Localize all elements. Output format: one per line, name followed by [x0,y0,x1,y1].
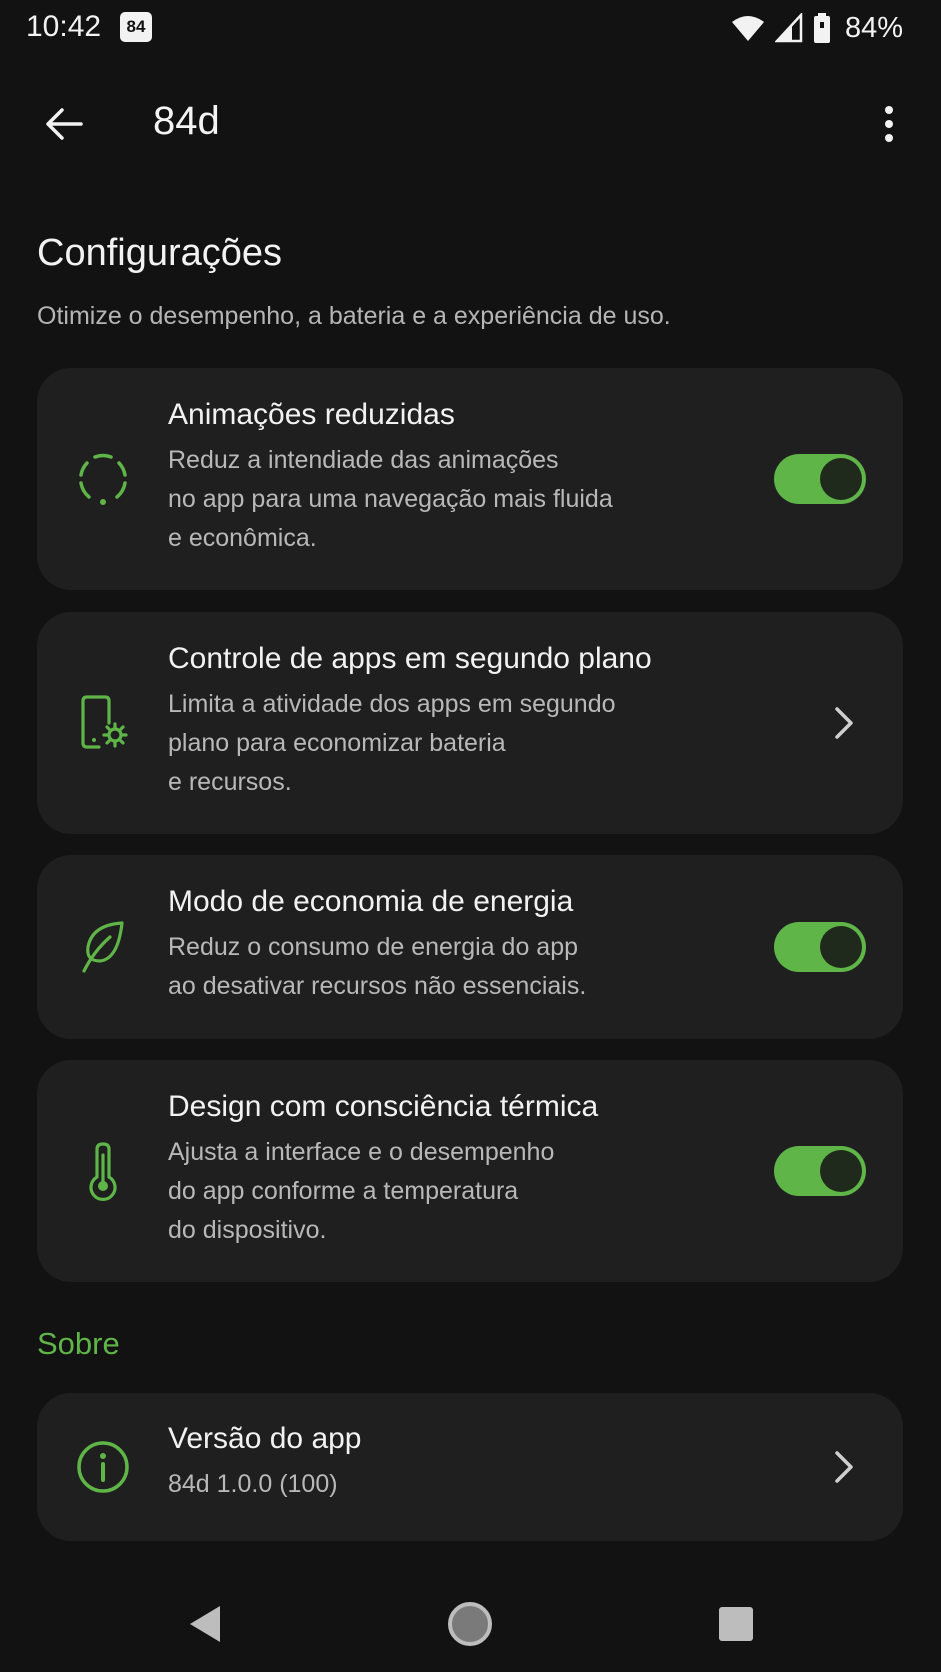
version-text: Versão do app 84d 1.0.0 (100) [168,1419,723,1504]
version-title: Versão do app [168,1422,362,1455]
leaf-icon [71,915,135,979]
status-time: 10:42 [26,10,102,43]
description-line: e recursos. [168,768,292,796]
reduced-animations-toggle[interactable] [774,454,866,504]
setting-power-saving[interactable]: Modo de economia de energia Reduz o cons… [37,855,903,1039]
app-version-item[interactable]: Versão do app 84d 1.0.0 (100) [37,1393,903,1541]
wifi-icon [731,16,764,41]
toggle-knob [820,926,862,968]
phone-settings-icon [71,691,135,755]
description-line: Reduz o consumo de energia do app [168,933,579,961]
description-line: ao desativar recursos não essenciais. [168,972,587,1000]
chevron-right-icon [829,1447,859,1487]
section-subtitle: Otimize o desempenho, a bateria e a expe… [37,302,671,330]
toggle-knob [820,458,862,500]
description-line: no app para uma navegação mais fluida [168,485,613,513]
setting-text: Modo de economia de energia Reduz o cons… [168,882,723,1006]
nav-home-button[interactable] [442,1596,498,1652]
notification-badge: 84 [120,12,152,42]
setting-text: Animações reduzidas Reduz a intendiade d… [168,395,723,558]
nav-back-icon [190,1606,220,1642]
description-line: Reduz a intendiade das animações [168,446,559,474]
more-options-button[interactable] [869,100,909,148]
version-value: 84d 1.0.0 (100) [168,1470,338,1498]
toggle-knob [820,1150,862,1192]
setting-text: Controle de apps em segundo plano Limita… [168,639,723,802]
nav-back-button[interactable] [176,1596,232,1652]
setting-title: Controle de apps em segundo plano [168,642,652,675]
navigation-bar [0,1568,941,1672]
setting-description: Reduz o consumo de energia do app ao des… [168,928,723,1006]
setting-title: Modo de economia de energia [168,885,574,918]
chevron-right-icon [829,703,859,743]
app-title: 84d [153,99,220,143]
thermal-design-toggle[interactable] [774,1146,866,1196]
info-icon [71,1435,135,1499]
more-vert-icon [885,106,893,142]
description-line: Limita a atividade dos apps em segundo [168,690,616,718]
setting-title: Animações reduzidas [168,398,455,431]
setting-text: Design com consciência térmica Ajusta a … [168,1087,723,1250]
description-line: do app conforme a temperatura [168,1177,519,1205]
setting-description: Limita a atividade dos apps em segundo p… [168,685,723,802]
setting-title: Design com consciência térmica [168,1090,599,1123]
nav-recents-icon [719,1607,753,1641]
description-line: Ajusta a interface e o desempenho [168,1138,555,1166]
app-bar: 84d [0,78,941,168]
description-line: e econômica. [168,524,317,552]
section-title: Configurações [37,232,283,274]
thermometer-icon [71,1139,135,1203]
description-line: do dispositivo. [168,1216,327,1244]
setting-background-apps[interactable]: Controle de apps em segundo plano Limita… [37,612,903,834]
screen: 10:42 84 84% 84d Configurações Otimize o… [0,0,941,1672]
setting-thermal-design[interactable]: Design com consciência térmica Ajusta a … [37,1060,903,1282]
power-saving-toggle[interactable] [774,922,866,972]
nav-home-icon [448,1602,492,1646]
back-button[interactable] [36,100,92,148]
about-section-label: Sobre [37,1326,120,1361]
setting-reduced-animations[interactable]: Animações reduzidas Reduz a intendiade d… [37,368,903,590]
setting-description: Ajusta a interface e o desempenho do app… [168,1133,723,1250]
status-icons: 84% [731,10,903,46]
nav-recents-button[interactable] [708,1596,764,1652]
battery-percent: 84% [844,11,903,44]
battery-icon [813,13,830,43]
signal-icon [774,13,803,43]
reduced-motion-icon [71,447,135,511]
description-line: plano para economizar bateria [168,729,506,757]
status-bar: 10:42 84 84% [0,0,941,56]
setting-description: Reduz a intendiade das animações no app … [168,441,723,558]
arrow-back-icon [46,108,83,140]
